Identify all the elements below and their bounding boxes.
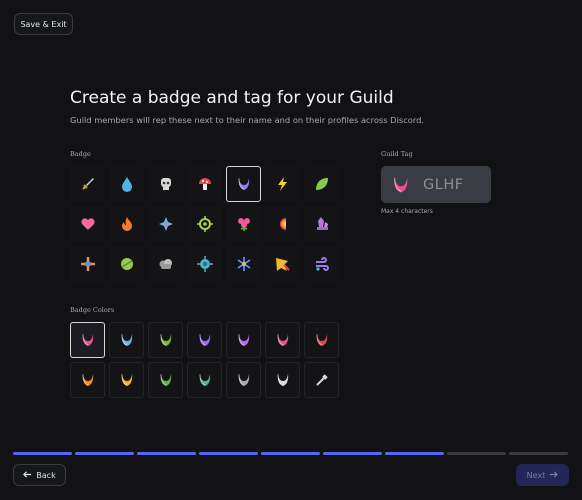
wind-swirl-icon [314, 256, 330, 272]
badge-option[interactable] [304, 166, 339, 202]
badge-section-label: Badge [70, 150, 91, 158]
moon-crescent-icon [197, 332, 213, 348]
badge-option[interactable] [304, 246, 339, 282]
progress-segment [75, 452, 134, 455]
progress-bar [13, 452, 568, 455]
moon-crescent-icon [158, 332, 174, 348]
moon-crescent-icon [80, 332, 96, 348]
badge-option[interactable] [226, 206, 261, 242]
badge-color-option[interactable] [70, 362, 105, 398]
guild-tag-hint: Max 4 characters [381, 208, 433, 215]
badge-color-option[interactable] [187, 362, 222, 398]
progress-segment [261, 452, 320, 455]
badge-option[interactable] [226, 246, 261, 282]
back-label: Back [36, 470, 56, 480]
water-drop-icon [119, 176, 135, 192]
snowflake-icon [236, 256, 252, 272]
badge-option[interactable] [148, 206, 183, 242]
crosshair-icon [80, 256, 96, 272]
progress-segment [137, 452, 196, 455]
badge-option[interactable] [265, 166, 300, 202]
target-icon [196, 216, 213, 232]
badge-color-option[interactable] [226, 362, 261, 398]
orb-icon [196, 256, 213, 272]
badge-option[interactable] [148, 246, 183, 282]
moon-crescent-icon [236, 176, 252, 192]
next-label: Next [526, 470, 546, 480]
badge-color-option[interactable] [226, 322, 261, 358]
color-picker-button[interactable] [304, 362, 339, 398]
badge-option[interactable] [70, 246, 105, 282]
sword-icon [80, 176, 96, 192]
back-button[interactable]: Back [13, 464, 66, 486]
badge-color-option[interactable] [304, 322, 339, 358]
guild-tag-badge-icon [391, 175, 411, 195]
badge-option[interactable] [70, 206, 105, 242]
heart-icon [80, 216, 96, 232]
page-title: Create a badge and tag for your Guild [70, 88, 394, 108]
moon-crescent-icon [236, 332, 252, 348]
badge-color-option[interactable] [265, 362, 300, 398]
badge-color-option[interactable] [70, 322, 105, 358]
badge-option[interactable] [109, 206, 144, 242]
moon-crescent-icon [119, 332, 135, 348]
mushroom-icon [197, 176, 213, 192]
rainbow-icon [275, 216, 291, 232]
progress-segment [13, 452, 72, 455]
skull-icon [158, 176, 174, 192]
moon-crescent-icon [197, 372, 213, 388]
sparkle-icon [158, 216, 174, 232]
leaf-icon [314, 176, 330, 192]
moon-crescent-icon [275, 372, 291, 388]
progress-segment [385, 452, 444, 455]
moon-crescent-icon [236, 372, 252, 388]
save-exit-button[interactable]: Save & Exit [14, 13, 73, 35]
progress-segment [509, 452, 568, 455]
badge-option[interactable] [109, 246, 144, 282]
badge-option[interactable] [304, 206, 339, 242]
badge-color-option[interactable] [187, 322, 222, 358]
badge-option[interactable] [187, 246, 222, 282]
badge-option[interactable] [148, 166, 183, 202]
badge-option[interactable] [109, 166, 144, 202]
progress-segment [323, 452, 382, 455]
progress-segment [447, 452, 506, 455]
eyedropper-icon [314, 372, 330, 388]
badge-option[interactable] [70, 166, 105, 202]
badge-grid [70, 166, 339, 282]
next-button[interactable]: Next [516, 464, 569, 486]
badge-color-option[interactable] [109, 362, 144, 398]
badge-color-option[interactable] [265, 322, 300, 358]
fire-icon [119, 216, 135, 232]
badge-option[interactable] [187, 166, 222, 202]
page-subtitle: Guild members will rep these next to the… [70, 115, 425, 125]
progress-segment [199, 452, 258, 455]
badge-option[interactable] [265, 246, 300, 282]
guild-tag-preview[interactable]: GLHF [381, 166, 491, 203]
comet-icon [275, 256, 291, 272]
badge-option[interactable] [187, 206, 222, 242]
flower-icon [236, 216, 252, 232]
moon-crescent-icon [119, 372, 135, 388]
badge-color-option[interactable] [109, 322, 144, 358]
moon-crescent-icon [158, 372, 174, 388]
badge-color-grid [70, 322, 339, 398]
badge-colors-label: Badge Colors [70, 306, 115, 314]
lightning-icon [275, 176, 291, 192]
guild-tag-value: GLHF [423, 176, 464, 193]
cloud-icon [158, 256, 174, 272]
arrow-left-icon [23, 470, 32, 481]
badge-color-option[interactable] [148, 322, 183, 358]
moon-crescent-icon [314, 332, 330, 348]
guild-tag-label: Guild Tag [381, 150, 413, 158]
badge-option[interactable] [226, 166, 261, 202]
arrow-right-icon [549, 470, 559, 481]
moon-crescent-icon [80, 372, 96, 388]
crystal-icon [314, 216, 330, 232]
badge-color-option[interactable] [148, 362, 183, 398]
moon-crescent-icon [275, 332, 291, 348]
badge-option[interactable] [265, 206, 300, 242]
planet-icon [119, 256, 135, 272]
